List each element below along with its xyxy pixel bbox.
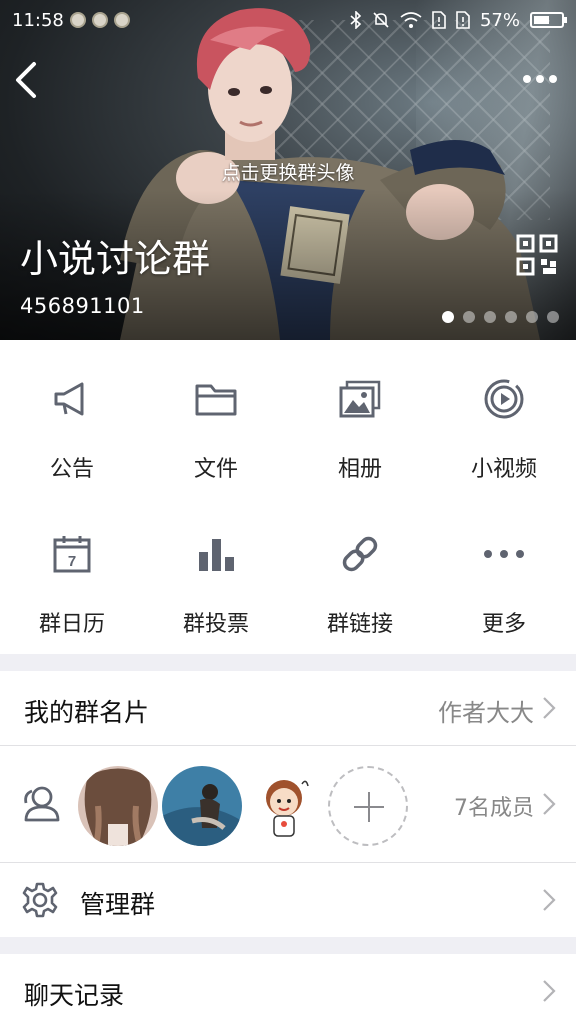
feature-announcement[interactable]: 公告 bbox=[0, 340, 144, 497]
member-avatar[interactable] bbox=[162, 766, 242, 846]
feature-label: 群投票 bbox=[182, 612, 249, 637]
mute-icon bbox=[373, 12, 389, 28]
member-avatar[interactable] bbox=[246, 766, 326, 846]
member-avatar-photo bbox=[162, 766, 242, 846]
members-icon bbox=[24, 786, 60, 822]
video-play-icon bbox=[484, 379, 524, 419]
pager-dot bbox=[547, 311, 559, 323]
calendar-icon: 7 bbox=[53, 536, 91, 573]
photo-album-icon bbox=[339, 380, 381, 418]
pager-dot bbox=[526, 311, 538, 323]
member-avatar[interactable] bbox=[78, 766, 158, 846]
my-group-card-row[interactable]: 我的群名片 作者大大 bbox=[0, 671, 576, 745]
battery-percent: 57% bbox=[479, 9, 520, 31]
folder-icon bbox=[195, 384, 237, 416]
chevron-right-icon bbox=[543, 980, 556, 1002]
dot-icon bbox=[523, 75, 531, 83]
feature-label: 文件 bbox=[193, 457, 238, 482]
gear-icon bbox=[22, 882, 58, 918]
feature-label: 群链接 bbox=[326, 612, 393, 637]
feature-album[interactable]: 相册 bbox=[288, 340, 432, 497]
change-avatar-hint[interactable]: 点击更换群头像 bbox=[0, 158, 576, 185]
feature-label: 相册 bbox=[337, 457, 382, 482]
no-sim-icon bbox=[456, 11, 470, 29]
add-member-button[interactable] bbox=[328, 766, 408, 846]
group-header: 11:58 57% 点击更换群头像 小说讨论群 456891101 bbox=[0, 0, 576, 340]
my-group-card-label: 我的群名片 bbox=[24, 698, 150, 727]
feature-label: 更多 bbox=[481, 612, 526, 637]
group-name: 小说讨论群 bbox=[20, 237, 211, 281]
feature-files[interactable]: 文件 bbox=[144, 340, 288, 497]
pager-dot bbox=[442, 311, 454, 323]
qr-code-icon[interactable] bbox=[516, 234, 558, 276]
manage-group-label: 管理群 bbox=[80, 890, 156, 919]
my-group-card-value: 作者大大 bbox=[438, 699, 534, 727]
dot-icon bbox=[549, 75, 557, 83]
megaphone-icon bbox=[54, 382, 84, 416]
member-avatar-photo bbox=[78, 766, 158, 846]
notification-icon bbox=[91, 12, 108, 28]
more-dots-icon bbox=[484, 550, 524, 558]
wifi-icon bbox=[400, 12, 422, 28]
pager-dot bbox=[484, 311, 496, 323]
feature-link[interactable]: 群链接 bbox=[288, 497, 432, 654]
notification-icon bbox=[113, 12, 130, 28]
feature-short-video[interactable]: 小视频 bbox=[432, 340, 576, 497]
no-sim-icon bbox=[432, 11, 446, 29]
dot-icon bbox=[536, 75, 544, 83]
pager-dot bbox=[463, 311, 475, 323]
feature-grid: 公告 文件 相册 小视频 7 群日历 群投票 群链接 更多 bbox=[0, 340, 576, 654]
status-time: 11:58 bbox=[12, 9, 64, 31]
bar-chart-icon bbox=[199, 539, 234, 571]
status-bar: 11:58 57% bbox=[0, 0, 576, 40]
feature-label: 群日历 bbox=[38, 612, 105, 637]
feature-vote[interactable]: 群投票 bbox=[144, 497, 288, 654]
calendar-day: 7 bbox=[68, 553, 76, 570]
chevron-right-icon bbox=[543, 793, 556, 815]
pager-dot bbox=[505, 311, 517, 323]
bluetooth-icon bbox=[350, 11, 362, 29]
feature-label: 小视频 bbox=[470, 457, 537, 482]
feature-calendar[interactable]: 7 群日历 bbox=[0, 497, 144, 654]
chat-history-label: 聊天记录 bbox=[24, 981, 125, 1010]
manage-group-row[interactable]: 管理群 bbox=[0, 863, 576, 937]
chevron-right-icon bbox=[543, 889, 556, 911]
feature-more[interactable]: 更多 bbox=[432, 497, 576, 654]
members-row[interactable]: 7名成员 bbox=[0, 746, 576, 862]
notification-icon bbox=[69, 12, 86, 28]
photo-pager bbox=[442, 311, 559, 323]
feature-label: 公告 bbox=[49, 457, 94, 482]
group-id: 456891101 bbox=[20, 294, 145, 318]
battery-icon bbox=[530, 12, 567, 28]
link-icon bbox=[342, 536, 378, 572]
back-button[interactable] bbox=[10, 58, 46, 102]
member-count: 7名成员 bbox=[454, 796, 534, 821]
more-options-button[interactable] bbox=[518, 66, 562, 92]
chevron-right-icon bbox=[543, 697, 556, 719]
chat-history-row[interactable]: 聊天记录 bbox=[0, 954, 576, 1024]
member-avatar-cartoon bbox=[266, 780, 309, 837]
